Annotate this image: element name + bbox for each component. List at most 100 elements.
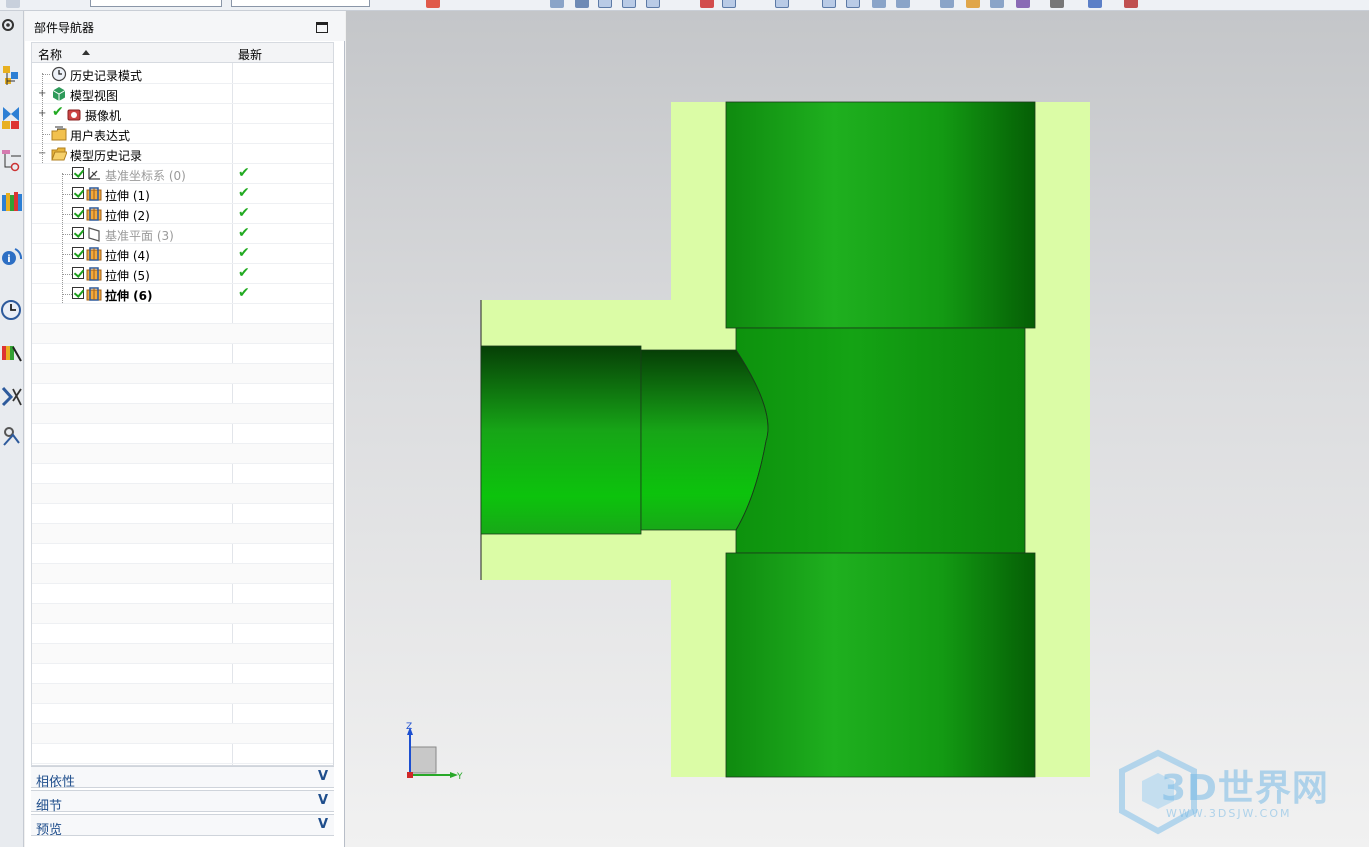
collapse-icon[interactable]: − [38,149,46,159]
check-icon: ✔ [52,104,64,120]
empty-row [32,744,333,764]
feature-row-extrude-1[interactable]: 拉伸 (1) ✔ [32,184,333,204]
toolbar-icon[interactable] [846,0,860,8]
toolbar-icon[interactable] [966,0,980,8]
empty-row [32,424,333,444]
tree-node-label: 历史记录模式 [70,69,143,83]
toolbar-icon[interactable] [990,0,1004,8]
panel-dependencies-label: 相依性 [36,775,76,790]
bore-top-face[interactable] [725,101,1036,329]
selection-filter-combo[interactable] [90,0,222,7]
feature-visibility-checkbox[interactable] [72,287,84,299]
feature-row-extrude-5[interactable]: 拉伸 (5) ✔ [32,264,333,284]
feature-row-datum-csys[interactable]: 基准坐标系 (0) ✔ [32,164,333,184]
latest-check-icon: ✔ [238,225,250,241]
empty-row [32,404,333,424]
reuse-library-icon[interactable] [1,189,23,215]
chevron-down-icon[interactable]: V [318,793,328,808]
latest-check-icon: ✔ [238,245,250,261]
selection-scope-combo[interactable] [231,0,370,7]
clock-icon [51,66,67,82]
toolbar-icon[interactable] [598,0,612,8]
empty-row [32,624,333,644]
feature-visibility-checkbox[interactable] [72,267,84,279]
bore-bottom-face[interactable] [725,552,1036,778]
toolbar-icon[interactable] [722,0,736,8]
sort-ascending-icon[interactable] [82,50,90,55]
tree-node-model-views[interactable]: + 模型视图 [32,84,333,104]
view-triad [407,727,458,778]
tree-node-user-expressions[interactable]: 用户表达式 [32,124,333,144]
toolbar-icon[interactable] [6,0,20,8]
tree-node-label: 用户表达式 [70,129,131,143]
tree-node-history-mode[interactable]: 历史记录模式 [32,64,333,84]
column-header-name[interactable]: 名称 [38,46,62,63]
navigator-header: 部件导航器 [25,11,345,41]
empty-row [32,444,333,464]
toolbar-icon[interactable] [1016,0,1030,8]
tree-node-cameras[interactable]: + ✔ 摄像机 [32,104,333,124]
column-header-latest[interactable]: 最新 [238,46,262,63]
feature-visibility-checkbox[interactable] [72,227,84,239]
toolbar-icon[interactable] [550,0,564,8]
history-icon[interactable] [1,297,23,323]
nx-window: { "navigator": { "title": "部件导航器", "colu… [0,0,1369,847]
toolbar-icon[interactable] [426,0,440,8]
feature-row-extrude-2[interactable]: 拉伸 (2) ✔ [32,204,333,224]
toolbar-icon[interactable] [775,0,789,8]
chevron-down-icon[interactable]: V [318,769,328,784]
latest-check-icon: ✔ [238,165,250,181]
part-navigator-icon[interactable] [1,147,23,173]
roles-icon[interactable] [1,383,23,409]
empty-row [32,684,333,704]
feature-visibility-checkbox[interactable] [72,187,84,199]
toolbar-icon[interactable] [1088,0,1102,8]
constraint-navigator-icon[interactable] [1,104,23,130]
extrude-icon [86,287,102,301]
toolbar-icon[interactable] [872,0,886,8]
assembly-navigator-icon[interactable] [1,63,23,89]
settings-icon[interactable] [1,15,23,41]
maximize-icon[interactable] [316,22,328,33]
empty-row [32,304,333,324]
toolbar-icon[interactable] [896,0,910,8]
empty-row [32,484,333,504]
toolbar-icon[interactable] [822,0,836,8]
expand-icon[interactable]: + [38,109,46,119]
toolbar-icon[interactable] [575,0,589,8]
toolbar-icon[interactable] [622,0,636,8]
bore-middle-face[interactable] [735,327,1026,554]
panel-details[interactable]: 细节 V [31,790,334,814]
tree-node-model-history[interactable]: − 模型历史记录 [32,144,333,164]
feature-row-extrude-6[interactable]: 拉伸 (6) ✔ [32,284,333,304]
feature-visibility-checkbox[interactable] [72,247,84,259]
expand-icon[interactable]: + [38,89,46,99]
empty-row [32,724,333,744]
feature-visibility-checkbox[interactable] [72,167,84,179]
tree-column-header: 名称 最新 [32,43,333,63]
feature-label: 拉伸 (4) [105,249,150,263]
panel-dependencies[interactable]: 相依性 V [31,766,334,790]
feature-row-extrude-4[interactable]: 拉伸 (4) ✔ [32,244,333,264]
toolbar-icon[interactable] [700,0,714,8]
panel-preview[interactable]: 预览 V [31,814,334,838]
hd3d-tools-icon[interactable]: i [1,243,23,269]
toolbar-icon[interactable] [1124,0,1138,8]
branch-outer-face[interactable] [480,345,642,535]
graphics-window[interactable]: Z Y 3D世界网 WWW.3DSJW.COM [346,11,1369,847]
feature-label: 拉伸 (6) [105,289,153,303]
feature-visibility-checkbox[interactable] [72,207,84,219]
resource-bar: i [0,11,24,847]
process-studio-icon[interactable] [1,423,23,449]
camera-icon [67,109,81,121]
chevron-down-icon[interactable]: V [318,817,328,832]
model-section-view[interactable]: Z Y [346,11,1369,847]
model-views-icon [52,87,66,101]
panel-preview-label: 预览 [36,823,63,838]
feature-row-datum-plane[interactable]: 基准平面 (3) ✔ [32,224,333,244]
toolbar-icon[interactable] [1050,0,1064,8]
toolbar-icon[interactable] [646,0,660,8]
toolbar-icon[interactable] [940,0,954,8]
system-materials-icon[interactable] [1,341,23,367]
navigator-title: 部件导航器 [34,21,95,35]
